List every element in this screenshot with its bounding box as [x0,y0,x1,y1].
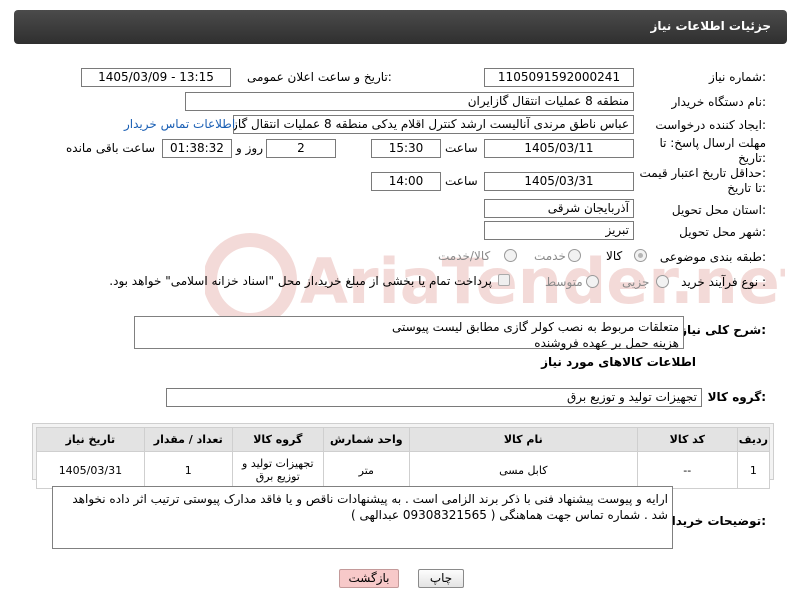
cell-row: 1 [736,451,771,489]
province-field: آذربایجان شرقی [484,199,634,218]
city-label: شهر محل تحویل: [679,225,766,239]
description-line-1: متعلقات مربوط به نصب کولر گازی مطابق لیس… [392,320,679,334]
remaining-time-field: 01:38:32 [162,139,232,158]
announce-field: 1405/03/09 - 13:15 [81,68,231,87]
province-label: استان محل تحویل: [671,203,766,217]
days-field: 2 [266,139,336,158]
table-row: 1 -- کابل مسی متر تجهیزات تولید و توزیع … [36,451,771,489]
treasury-payment-checkbox[interactable] [498,274,510,286]
goods-section-title: اطلاعات کالاهای مورد نیاز [541,355,696,369]
need-number-label: شماره نیاز: [708,70,766,84]
description-label: شرح کلی نیاز: [680,323,766,337]
treasury-payment-note: پرداخت تمام یا بخشی از مبلغ خرید،از محل … [109,274,492,288]
category-goods-service-label: کالا/خدمت [438,249,491,263]
back-button[interactable]: بازگشت [339,569,399,588]
creator-label: ایجاد کننده درخواست: [655,118,766,132]
city-field: تبریز [484,221,634,240]
table-header-row: ردیف کد کالا نام کالا واحد شمارش گروه کا… [36,427,771,452]
buyer-contact-link[interactable]: اطلاعات تماس خریدار [124,117,235,131]
price-date-field: 1405/03/31 [484,172,634,191]
cell-group-line-1: تجهیزات تولید و [242,457,314,470]
process-medium-radio[interactable] [586,275,599,288]
cell-date: 1405/03/31 [36,451,145,489]
col-name: نام کالا [408,427,638,452]
price-time-field: 14:00 [371,172,441,191]
goods-group-field: تجهیزات تولید و توزیع برق [166,388,702,407]
page-header: جزئیات اطلاعات نیاز [14,10,787,44]
cell-name: کابل مسی [408,451,638,489]
cell-qty: 1 [143,451,233,489]
buyer-notes-line-2: شد . شماره تماس جهت هماهنگی ( 0930832156… [350,508,668,522]
col-code: کد کالا [636,427,738,452]
description-line-2: هزینه حمل بر عهده فروشنده [534,336,679,350]
buyer-notes-label: توضیحات خریدار: [664,514,766,528]
buyer-notes-textarea: ارایه و پیوست پیشنهاد فنی با ذکر برند ال… [52,486,673,549]
need-number-field: 1105091592000241 [484,68,634,87]
deadline-date-field: 1405/03/11 [484,139,634,158]
cell-code: -- [636,451,738,489]
price-validity-label-date: تا تاریخ: [727,181,766,195]
process-minor-label: جزیی [622,275,650,289]
category-goods-radio[interactable] [634,249,647,262]
col-group: گروه کالا [231,427,324,452]
deadline-label: مهلت ارسال پاسخ: تا [659,136,766,150]
goods-table-wrapper: ردیف کد کالا نام کالا واحد شمارش گروه کا… [32,423,774,489]
goods-group-label: گروه کالا: [707,390,766,404]
days-label: روز و [236,141,263,155]
cell-group-line-2: توزیع برق [255,470,300,483]
creator-field: عباس ناطق مرندی آنالیست ارشد کنترل اقلام… [233,115,634,134]
col-unit: واحد شمارش [322,427,410,452]
buyer-notes-line-1: ارایه و پیوست پیشنهاد فنی با ذکر برند ال… [72,492,668,506]
print-button[interactable]: چاپ [418,569,464,588]
cell-group: تجهیزات تولید و توزیع برق [231,451,324,489]
description-textarea: متعلقات مربوط به نصب کولر گازی مطابق لیس… [134,316,684,350]
goods-table: ردیف کد کالا نام کالا واحد شمارش گروه کا… [36,427,771,489]
category-label: طبقه بندی موضوعی: [659,250,766,264]
buyer-org-label: نام دستگاه خریدار: [671,95,767,109]
col-qty: تعداد / مقدار [143,427,233,452]
col-row: ردیف [736,427,771,452]
price-validity-label: حداقل تاریخ اعتبار قیمت: [639,166,766,180]
category-service-radio[interactable] [568,249,581,262]
deadline-time-field: 15:30 [371,139,441,158]
announce-label: تاریخ و ساعت اعلان عمومی: [247,70,392,84]
deadline-time-label: ساعت [445,141,478,155]
page-title: جزئیات اطلاعات نیاز [650,19,771,33]
price-time-label: ساعت [445,174,478,188]
col-date: تاریخ نیاز [36,427,145,452]
remaining-label: ساعت باقی مانده [66,141,156,155]
category-goods-label: کالا [606,249,623,263]
buyer-org-field: منطقه 8 عملیات انتقال گازایران [185,92,634,111]
deadline-label-date: تاریخ: [738,151,766,165]
category-service-label: خدمت [534,249,566,263]
category-goods-service-radio[interactable] [504,249,517,262]
cell-unit: متر [322,451,410,489]
process-minor-radio[interactable] [656,275,669,288]
process-type-label: نوع فرآیند خرید : [681,275,766,289]
process-medium-label: متوسط [545,275,583,289]
